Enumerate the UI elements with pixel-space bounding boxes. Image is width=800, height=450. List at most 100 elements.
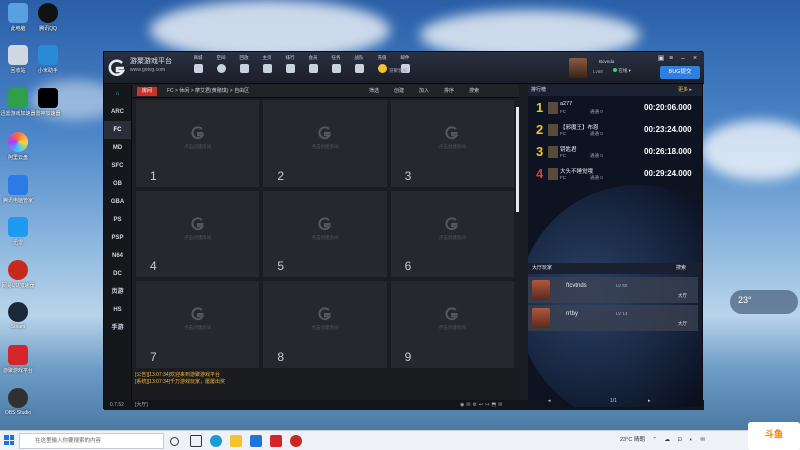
chat-input[interactable]: [大厅] bbox=[135, 400, 455, 410]
desktop-icon-qq[interactable]: 腾讯QQ bbox=[30, 3, 66, 32]
room-slot[interactable]: 点击创建房间 3 bbox=[389, 99, 515, 188]
mi-assistant-icon bbox=[38, 45, 58, 65]
ranking-entry[interactable]: 4 大头不睡觉哦 FC 通通 0 00:29:24.000 bbox=[528, 164, 702, 186]
breadcrumb-path[interactable]: FC > 休闲 > 摩艾君(黄赌琪) > 自由区 bbox=[167, 85, 249, 98]
sidebar-item-arc[interactable]: ARC bbox=[104, 103, 131, 121]
chat-tools-icons[interactable]: ◉✉⚙↩↪⬒✉ bbox=[460, 400, 504, 410]
sort-button[interactable]: 排序 bbox=[444, 85, 454, 98]
rank-time: 00:26:18.000 bbox=[644, 147, 692, 156]
rank-player-name: 大头不睡觉哦 bbox=[560, 169, 594, 175]
desktop-icon-leishen[interactable]: 雷神加速器 bbox=[30, 88, 66, 117]
home-icon[interactable]: ⌂ bbox=[104, 85, 131, 103]
this-pc-icon bbox=[8, 3, 28, 23]
room-slot[interactable]: 点击创建房间 5 bbox=[262, 189, 388, 279]
sidebar-item-ps[interactable]: PS bbox=[104, 211, 131, 229]
room-slot[interactable]: 点击创建房间 4 bbox=[135, 189, 261, 279]
ranking-more-link[interactable]: 更多 ▸ bbox=[678, 85, 692, 96]
sidebar-item-psp[interactable]: PSP bbox=[104, 229, 131, 247]
desktop-icons: 此电脑 腾讯QQ 回收站 小米助手 迅雷游戏加速器 雷神加速器 阿里云盘 腾讯电… bbox=[0, 0, 70, 430]
ranking-entry[interactable]: 2 【邪魔王】布恩 FC 通通 0 00:23:24.000 bbox=[528, 120, 702, 142]
player-avatar[interactable] bbox=[532, 280, 550, 300]
sidebar-item-n64[interactable]: N64 bbox=[104, 247, 131, 265]
room-number: 1 bbox=[150, 168, 157, 183]
room-slot[interactable]: 点击创建房间 8 bbox=[262, 280, 388, 369]
close-button[interactable]: × bbox=[690, 54, 700, 64]
sidebar-item-dc[interactable]: DC bbox=[104, 265, 131, 283]
sidebar-item-fc[interactable]: FC bbox=[104, 121, 131, 139]
nav-vip[interactable]: 会员 bbox=[302, 55, 324, 73]
nav-space[interactable]: 空间 bbox=[210, 55, 232, 73]
player-avatar[interactable] bbox=[532, 308, 550, 328]
platform-sidebar: ⌂ ARC FC MD SFC GB GBA PS PSP N64 DC 页游 … bbox=[104, 85, 132, 410]
weather-tray[interactable]: 23°C 晴朗 bbox=[620, 437, 645, 443]
lobby-player[interactable]: ftcvtnds LV 60 大厅 bbox=[528, 277, 698, 303]
room-number: 4 bbox=[150, 259, 157, 274]
room-number: 2 bbox=[277, 168, 285, 183]
lobby-search-button[interactable]: 搜索 bbox=[676, 263, 686, 274]
lobby-player[interactable]: rrtby LV 14 大厅 bbox=[528, 305, 698, 331]
start-button[interactable] bbox=[4, 435, 14, 445]
minimize-button[interactable]: – bbox=[678, 54, 688, 64]
store-icon[interactable] bbox=[250, 435, 262, 447]
sidebar-item-webgame[interactable]: 页游 bbox=[104, 283, 131, 301]
weather-widget[interactable]: 23° bbox=[730, 290, 798, 314]
pager-next-icon[interactable]: ▸ bbox=[648, 398, 651, 404]
tray-icons[interactable]: ⌃ ☁ ⊡ ◐ ✉ bbox=[652, 437, 708, 443]
menu-icon[interactable]: ≡ bbox=[666, 54, 676, 64]
desktop-icon-uu-booster[interactable]: 网易UU加速器 bbox=[0, 260, 36, 289]
desktop-icon-xunlei[interactable]: 迅雷 bbox=[0, 217, 36, 246]
rank-player-name: a277 bbox=[560, 101, 573, 107]
cortana-icon[interactable] bbox=[170, 437, 179, 446]
user-box[interactable]: Bovnda Lv68 在线 ▾ bbox=[569, 58, 659, 80]
room-slot[interactable]: 点击创建房间 7 bbox=[135, 280, 261, 369]
desktop-icon-obs[interactable]: OBS Studio bbox=[0, 388, 36, 416]
sidebar-item-mobile[interactable]: 手游 bbox=[104, 319, 131, 337]
room-slot[interactable]: 点击创建房间 2 bbox=[262, 99, 388, 188]
ranking-entry[interactable]: 1 a277 FC 通通 0 00:20:06.000 bbox=[528, 98, 702, 120]
create-room-hint: 点击创建房间 bbox=[184, 144, 212, 149]
desktop-icon-youju[interactable]: 游聚游戏平台 bbox=[0, 345, 36, 374]
room-tab[interactable]: 房间 bbox=[137, 87, 157, 96]
room-scrollbar[interactable] bbox=[516, 107, 519, 212]
desktop-icon-pc-manager[interactable]: 腾讯电脑管家 bbox=[0, 175, 36, 204]
task-view-icon[interactable] bbox=[190, 435, 202, 447]
join-button[interactable]: 加入 bbox=[419, 85, 429, 98]
nav-tasks[interactable]: 任务 bbox=[325, 55, 347, 73]
nav-ranking[interactable]: 排行 bbox=[279, 55, 301, 73]
room-number: 9 bbox=[404, 349, 412, 364]
room-slot[interactable]: 点击创建房间 1 bbox=[135, 99, 261, 188]
nav-replay[interactable]: 回放 bbox=[233, 55, 255, 73]
sidebar-item-hs[interactable]: HS bbox=[104, 301, 131, 319]
sidebar-item-sfc[interactable]: SFC bbox=[104, 157, 131, 175]
page-indicator: 1/1 bbox=[610, 398, 617, 404]
nav-shop[interactable]: 商城 bbox=[187, 55, 209, 73]
room-slot[interactable]: 点击创建房间 9 bbox=[389, 280, 515, 369]
skin-icon[interactable]: ▣ bbox=[656, 54, 666, 64]
taskbar-search-input[interactable]: 在这里输入你要搜索的内容 bbox=[19, 433, 164, 449]
sidebar-item-gba[interactable]: GBA bbox=[104, 193, 131, 211]
user-avatar[interactable] bbox=[569, 58, 587, 78]
sidebar-item-gb[interactable]: GB bbox=[104, 175, 131, 193]
breadcrumb: 房间 FC > 休闲 > 摩艾君(黄赌琪) > 自由区 筛选 创建 加入 排序 … bbox=[133, 85, 519, 98]
file-explorer-icon[interactable] bbox=[230, 435, 242, 447]
uu-taskbar-icon[interactable] bbox=[290, 435, 302, 447]
filter-button[interactable]: 筛选 bbox=[369, 85, 379, 98]
search-button[interactable]: 搜索 bbox=[469, 85, 479, 98]
user-status[interactable]: 在线 ▾ bbox=[613, 68, 631, 74]
bug-report-button[interactable]: BUG提交 bbox=[660, 66, 700, 79]
brand: 游聚游戏平台 www.gotvg.com bbox=[130, 58, 172, 74]
sidebar-item-md[interactable]: MD bbox=[104, 139, 131, 157]
nav-home[interactable]: 主页 bbox=[256, 55, 278, 73]
room-number: 6 bbox=[404, 259, 412, 274]
room-slot[interactable]: 点击创建房间 6 bbox=[389, 189, 515, 279]
desktop-icon-steam[interactable]: Steam bbox=[0, 302, 36, 330]
shield-icon bbox=[8, 175, 28, 195]
desktop-icon-mi-assistant[interactable]: 小米助手 bbox=[30, 45, 66, 74]
youju-taskbar-icon[interactable] bbox=[270, 435, 282, 447]
ranking-entry[interactable]: 3 钥匙君 FC 通通 0 00:26:18.000 bbox=[528, 142, 702, 164]
nav-team[interactable]: 战队 bbox=[348, 55, 370, 73]
edge-icon[interactable] bbox=[210, 435, 222, 447]
desktop-icon-aliyun[interactable]: 阿里云盘 bbox=[0, 132, 36, 161]
create-button[interactable]: 创建 bbox=[394, 85, 404, 98]
pager-first-icon[interactable]: ◂ bbox=[548, 398, 551, 404]
